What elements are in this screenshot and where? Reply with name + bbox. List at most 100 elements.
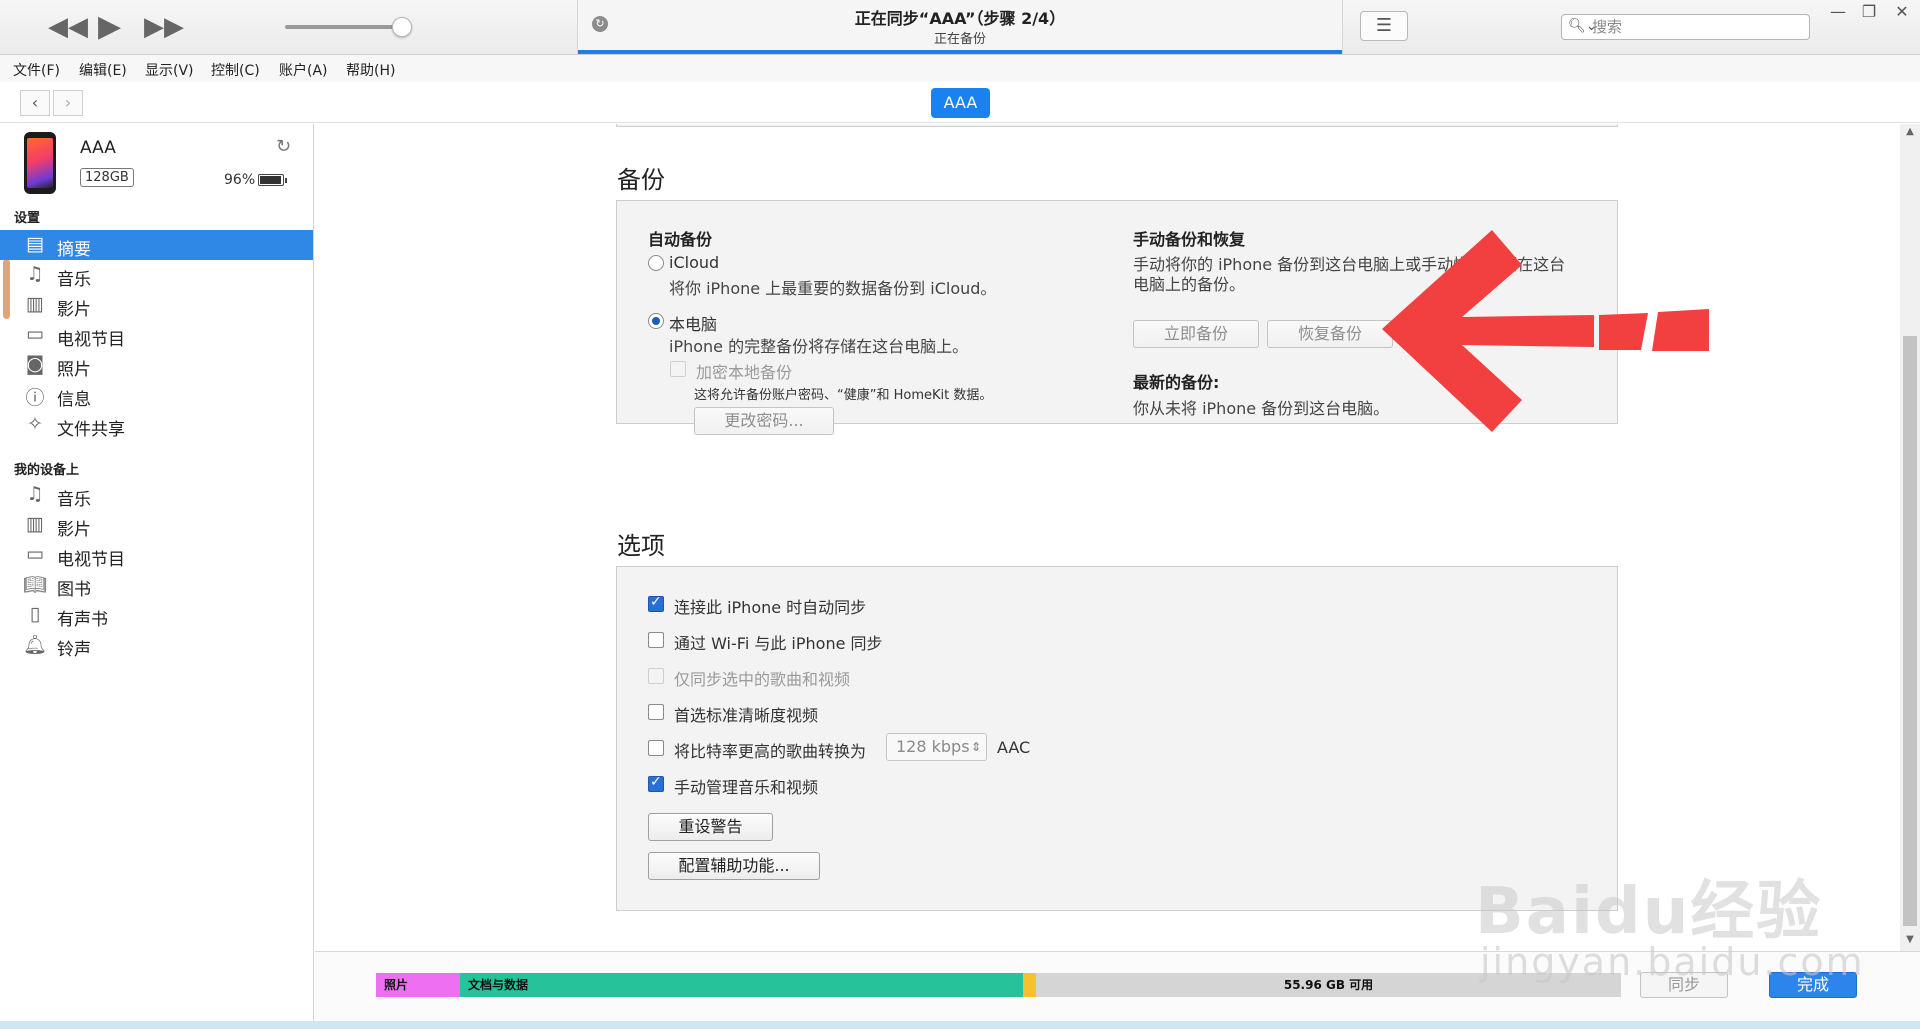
tv-icon: ▭: [26, 323, 44, 345]
bitrate-select[interactable]: 128 kbps ⇕: [886, 733, 987, 761]
search-box[interactable]: 🔍︎⌄: [1561, 14, 1810, 40]
restore-icon[interactable]: ❐: [1855, 2, 1883, 21]
wifi-sync-checkbox[interactable]: [648, 632, 664, 648]
fast-forward-icon[interactable]: ▶▶: [144, 10, 184, 44]
sidebar-item-label: 影片: [57, 520, 91, 540]
iphone-icon: [24, 132, 56, 194]
sidebar-item-tv-shows[interactable]: ▭ 电视节目: [0, 320, 313, 350]
scrollbar-thumb[interactable]: [1903, 336, 1917, 926]
main-scrollbar[interactable]: ▲ ▼: [1900, 124, 1920, 951]
manual-manage-label[interactable]: 手动管理音乐和视频: [674, 774, 818, 798]
sidebar-item-info[interactable]: ⓘ 信息: [0, 380, 313, 410]
arrow-head: [1382, 230, 1594, 432]
sidebar-item-device-music[interactable]: ♫ 音乐: [0, 480, 313, 510]
this-computer-label[interactable]: 本电脑: [669, 311, 717, 335]
icloud-description: 将你 iPhone 上最重要的数据备份到 iCloud。: [669, 279, 997, 298]
volume-slider-track[interactable]: [285, 25, 403, 29]
music-note-icon: ♫: [26, 263, 44, 285]
sidebar-item-movies[interactable]: ▥ 影片: [0, 290, 313, 320]
sidebar: AAA 128GB 96% ↻ 设置 ▤ 摘要 ♫ 音乐 ▥ 影片 ▭ 电视节目…: [0, 124, 314, 1029]
book-icon: 📖︎: [22, 574, 48, 596]
device-capacity-badge: 128GB: [80, 168, 134, 187]
sidebar-item-label: 电视节目: [57, 550, 125, 570]
up-next-list-button[interactable]: ☰: [1360, 11, 1408, 41]
reset-warnings-button[interactable]: 重设警告: [648, 813, 773, 841]
auto-sync-label[interactable]: 连接此 iPhone 时自动同步: [674, 594, 866, 618]
menu-help[interactable]: 帮助(H): [346, 60, 395, 80]
close-icon[interactable]: ✕: [1888, 2, 1916, 21]
manual-backup-description-line2: 电脑上的备份。: [1133, 275, 1246, 294]
menu-file[interactable]: 文件(F): [13, 60, 60, 80]
sidebar-item-device-movies[interactable]: ▥ 影片: [0, 510, 313, 540]
prefer-sd-video-checkbox[interactable]: [648, 704, 664, 720]
sidebar-item-device-books[interactable]: 📖︎ 图书: [0, 570, 313, 600]
manual-manage-checkbox[interactable]: [648, 774, 664, 792]
play-icon[interactable]: ▶: [98, 10, 121, 44]
storage-segment-docs: 文档与数据: [460, 973, 1023, 997]
camera-icon: ◙: [25, 353, 45, 375]
volume-slider-knob[interactable]: [392, 17, 412, 37]
sidebar-item-file-sharing[interactable]: ✧ 文件共享: [0, 410, 313, 440]
latest-backup-title: 最新的备份:: [1133, 373, 1220, 392]
encrypt-backup-checkbox[interactable]: [670, 361, 686, 377]
search-input[interactable]: [1592, 17, 1802, 37]
chevron-right-icon: ›: [64, 93, 72, 112]
bitrate-format-label: AAC: [997, 738, 1031, 757]
this-computer-radio[interactable]: [648, 313, 664, 329]
encrypt-backup-description: 这将允许备份账户密码、“健康”和 HomeKit 数据。: [694, 388, 993, 403]
menu-controls[interactable]: 控制(C): [211, 60, 260, 80]
bitrate-select-value: 128 kbps: [896, 737, 970, 756]
sidebar-item-label: 文件共享: [57, 420, 125, 440]
convert-bitrate-checkbox[interactable]: [648, 740, 664, 756]
manual-backup-title: 手动备份和恢复: [1133, 230, 1246, 249]
previous-panel-edge: [616, 124, 1618, 127]
sync-icon[interactable]: ↻: [276, 136, 291, 157]
scroll-down-icon[interactable]: ▼: [1900, 934, 1920, 945]
change-password-button[interactable]: 更改密码...: [694, 407, 834, 435]
forward-button[interactable]: ›: [53, 90, 83, 116]
sidebar-item-label: 电视节目: [57, 330, 125, 350]
device-button[interactable]: AAA: [931, 88, 990, 118]
arrow-dash-1: [1599, 313, 1648, 350]
sync-progress-bar: [578, 50, 1342, 54]
minimize-icon[interactable]: —: [1824, 2, 1852, 21]
scroll-up-icon[interactable]: ▲: [1900, 126, 1920, 137]
rewind-icon[interactable]: ◀◀: [48, 10, 88, 44]
sidebar-item-photos[interactable]: ◙ 照片: [0, 350, 313, 380]
bell-icon: 🔔︎: [22, 634, 48, 656]
sync-checked-only-checkbox[interactable]: [648, 668, 664, 684]
auto-sync-checkbox[interactable]: [648, 594, 664, 612]
menu-view[interactable]: 显示(V): [145, 60, 194, 80]
configure-accessibility-button[interactable]: 配置辅助功能...: [648, 852, 820, 880]
this-computer-description: iPhone 的完整备份将存储在这台电脑上。: [669, 337, 969, 356]
red-arrow-annotation: [1382, 230, 1709, 432]
options-heading: 选项: [617, 532, 665, 560]
sidebar-item-device-audiobooks[interactable]: ▯ 有声书: [0, 600, 313, 630]
arrow-dash-2: [1652, 309, 1709, 351]
menu-edit[interactable]: 编辑(E): [79, 60, 127, 80]
backup-heading: 备份: [617, 166, 665, 194]
sidebar-item-device-tv-shows[interactable]: ▭ 电视节目: [0, 540, 313, 570]
storage-capacity-bar: 照片 文档与数据 55.96 GB 可用: [376, 973, 1621, 997]
sync-checked-only-label: 仅同步选中的歌曲和视频: [674, 670, 851, 689]
window-bottom-edge: [0, 1021, 1920, 1029]
app-store-icon: ✧: [27, 413, 43, 435]
film-icon: ▥: [26, 513, 44, 535]
wifi-sync-label[interactable]: 通过 Wi-Fi 与此 iPhone 同步: [674, 630, 883, 654]
convert-bitrate-label[interactable]: 将比特率更高的歌曲转换为: [674, 738, 866, 762]
menu-account[interactable]: 账户(A): [279, 60, 328, 80]
icloud-radio[interactable]: [648, 255, 664, 271]
baidu-watermark-url: jingyan.baidu.com: [1480, 940, 1865, 984]
audiobook-icon: ▯: [29, 603, 41, 625]
film-icon: ▥: [26, 293, 44, 315]
sidebar-item-device-tones[interactable]: 🔔︎ 铃声: [0, 630, 313, 660]
icloud-label[interactable]: iCloud: [669, 253, 719, 272]
prefer-sd-video-label[interactable]: 首选标准清晰度视频: [674, 702, 818, 726]
sidebar-item-summary[interactable]: ▤ 摘要: [0, 230, 313, 260]
stepper-chevron-icon: ⇕: [970, 740, 981, 754]
on-device-section-header: 我的设备上: [14, 463, 80, 478]
backup-now-button[interactable]: 立即备份: [1133, 320, 1259, 348]
sync-status-title: 正在同步“AAA”（步骤 2/4）: [854, 9, 1066, 28]
sidebar-item-music[interactable]: ♫ 音乐: [0, 260, 313, 290]
back-button[interactable]: ‹: [20, 90, 50, 116]
